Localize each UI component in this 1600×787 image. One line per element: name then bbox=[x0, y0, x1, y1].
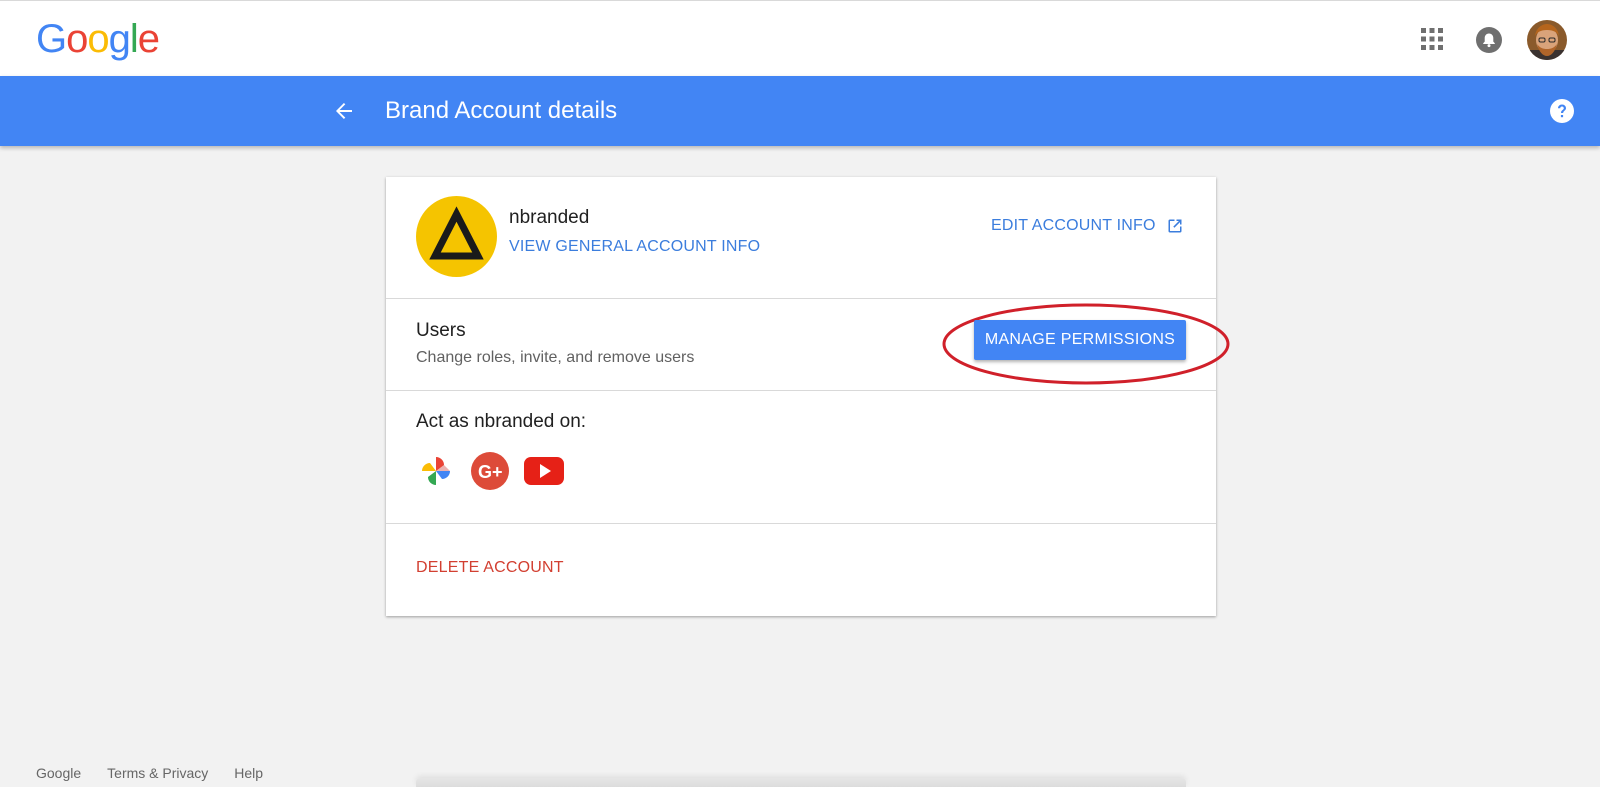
delete-account-link[interactable]: DELETE ACCOUNT bbox=[416, 559, 564, 577]
google-logo[interactable]: Google bbox=[36, 15, 160, 63]
account-section: nbranded VIEW GENERAL ACCOUNT INFO EDIT … bbox=[386, 177, 1216, 299]
brand-avatar bbox=[416, 196, 497, 277]
youtube-icon[interactable] bbox=[524, 451, 564, 491]
logo-letter: l bbox=[129, 17, 139, 61]
act-as-section: Act as nbranded on: G+ bbox=[386, 391, 1216, 524]
back-arrow-icon[interactable] bbox=[330, 97, 358, 125]
google-plus-icon[interactable]: G+ bbox=[470, 451, 510, 491]
google-photos-icon[interactable] bbox=[416, 451, 456, 491]
edit-account-info-link[interactable]: EDIT ACCOUNT INFO bbox=[991, 217, 1184, 235]
svg-text:G+: G+ bbox=[478, 462, 503, 482]
delete-section: DELETE ACCOUNT bbox=[386, 524, 1216, 616]
open-in-new-icon bbox=[1166, 217, 1184, 235]
logo-letter: o bbox=[66, 17, 88, 61]
logo-letter: o bbox=[87, 17, 109, 61]
app-bar: Brand Account details bbox=[0, 76, 1600, 146]
users-section: Users Change roles, invite, and remove u… bbox=[386, 299, 1230, 391]
notifications-bell-icon[interactable] bbox=[1476, 27, 1502, 53]
top-bar: Google bbox=[0, 0, 1600, 76]
footer-link-terms-privacy[interactable]: Terms & Privacy bbox=[107, 765, 208, 781]
bottom-sheet-edge bbox=[416, 778, 1186, 787]
logo-letter: g bbox=[108, 17, 131, 61]
footer-link-google[interactable]: Google bbox=[36, 765, 81, 781]
user-avatar[interactable] bbox=[1527, 20, 1567, 60]
help-icon[interactable] bbox=[1549, 98, 1575, 124]
act-as-title: Act as nbranded on: bbox=[416, 411, 587, 432]
users-description: Change roles, invite, and remove users bbox=[416, 349, 695, 366]
footer-link-help[interactable]: Help bbox=[234, 765, 263, 781]
service-icons: G+ bbox=[416, 451, 564, 491]
apps-grid-icon[interactable] bbox=[1421, 28, 1443, 50]
edit-account-info-label: EDIT ACCOUNT INFO bbox=[991, 217, 1156, 234]
logo-letter: G bbox=[36, 17, 67, 61]
manage-permissions-button[interactable]: MANAGE PERMISSIONS bbox=[974, 320, 1186, 360]
account-name: nbranded bbox=[509, 207, 590, 228]
page-title: Brand Account details bbox=[385, 97, 618, 124]
view-general-account-info-link[interactable]: VIEW GENERAL ACCOUNT INFO bbox=[509, 238, 760, 256]
brand-account-card: nbranded VIEW GENERAL ACCOUNT INFO EDIT … bbox=[386, 177, 1230, 616]
footer: Google Terms & Privacy Help bbox=[36, 765, 263, 781]
logo-letter: e bbox=[137, 17, 160, 61]
users-title: Users bbox=[416, 320, 466, 341]
